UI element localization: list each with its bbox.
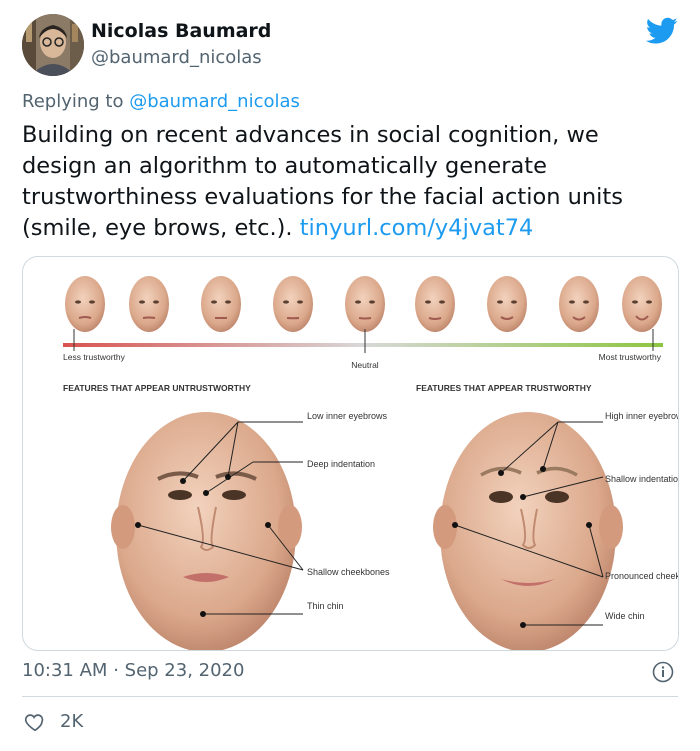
user-handle[interactable]: @baumard_nicolas bbox=[91, 47, 262, 68]
scale-neutral-label: Neutral bbox=[351, 360, 379, 370]
tweet-timestamp[interactable]: 10:31 AM · Sep 23, 2020 bbox=[22, 660, 244, 681]
label-wide-chin: Wide chin bbox=[605, 611, 645, 621]
untrustworthy-title: FEATURES THAT APPEAR UNTRUSTWORTHY bbox=[63, 383, 251, 393]
label-high-inner-eyebrows: High inner eyebrows bbox=[605, 411, 678, 421]
trust-scale-bar bbox=[63, 343, 663, 347]
tweet-date: Sep 23, 2020 bbox=[124, 660, 245, 681]
scale-right-label: Most trustworthy bbox=[599, 352, 662, 362]
label-thin-chin: Thin chin bbox=[307, 601, 344, 611]
label-pronounced-cheekbones: Pronounced cheekbones bbox=[605, 571, 678, 581]
trustworthy-face bbox=[433, 412, 623, 650]
label-shallow-cheekbones: Shallow cheekbones bbox=[307, 567, 390, 577]
twitter-bird-icon[interactable] bbox=[645, 17, 678, 45]
reply-prefix: Replying to bbox=[22, 91, 124, 112]
label-low-inner-eyebrows: Low inner eyebrows bbox=[307, 411, 388, 421]
trustworthy-title: FEATURES THAT APPEAR TRUSTWORTHY bbox=[416, 383, 592, 393]
reply-handle-link[interactable]: @baumard_nicolas bbox=[129, 91, 300, 112]
scale-left-label: Less trustworthy bbox=[63, 352, 126, 362]
face-row bbox=[65, 276, 662, 332]
timestamp-separator: · bbox=[113, 660, 119, 681]
heart-icon[interactable] bbox=[24, 711, 46, 733]
divider bbox=[22, 696, 678, 697]
tweet-text: Building on recent advances in social co… bbox=[22, 120, 672, 244]
tweet-link[interactable]: tinyurl.com/y4jvat74 bbox=[300, 215, 534, 241]
tweet-time: 10:31 AM bbox=[22, 660, 108, 681]
avatar[interactable] bbox=[22, 14, 84, 76]
info-icon[interactable] bbox=[652, 661, 674, 683]
reply-context: Replying to @baumard_nicolas bbox=[22, 91, 300, 112]
label-shallow-indentation: Shallow indentation bbox=[605, 474, 678, 484]
like-count[interactable]: 2K bbox=[60, 711, 83, 732]
media-card[interactable]: Less trustworthy Neutral Most trustworth… bbox=[22, 256, 679, 651]
label-deep-indentation: Deep indentation bbox=[307, 459, 375, 469]
display-name[interactable]: Nicolas Baumard bbox=[91, 20, 271, 42]
